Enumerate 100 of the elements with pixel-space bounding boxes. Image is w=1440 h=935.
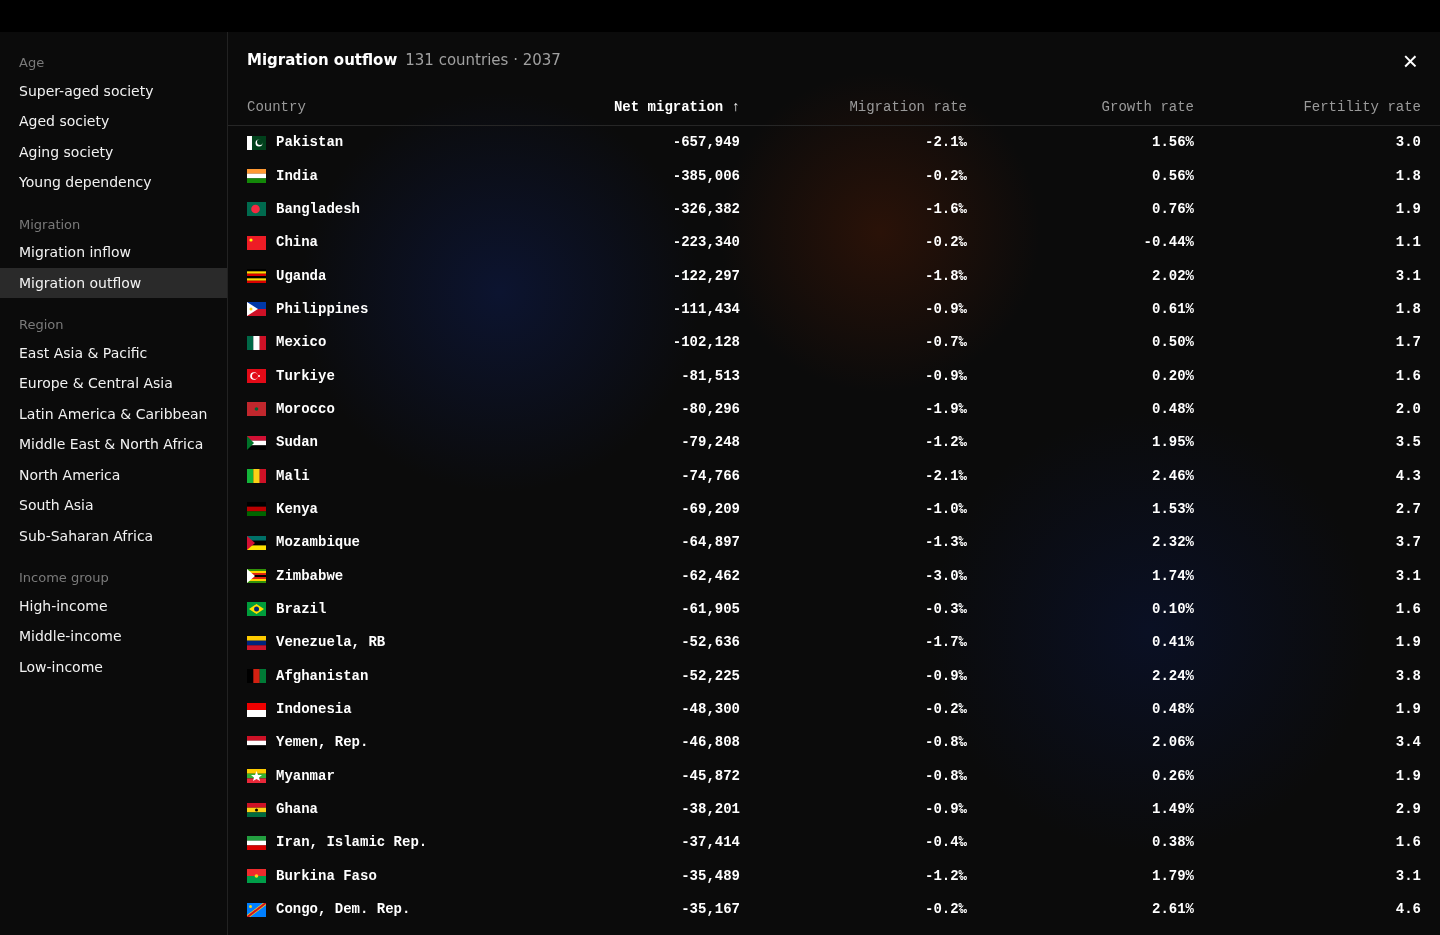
net-migration-value: -102,128 — [672, 334, 740, 351]
sidebar-item[interactable]: Aging society — [0, 136, 227, 167]
net-migration-value: -326,382 — [672, 200, 740, 217]
group-heading: Region — [18, 316, 65, 334]
migration-rate-value: -3.0‰ — [925, 567, 967, 584]
growth-rate-value: 0.48% — [1152, 701, 1194, 717]
growth-rate-value: 0.10% — [1152, 601, 1194, 617]
country-name: Morocco — [276, 399, 335, 419]
flag-icon — [247, 235, 266, 250]
country-name: Philippines — [276, 299, 369, 319]
country-name: Bangladesh — [276, 199, 360, 219]
migration-rate-value: -0.9‰ — [925, 667, 967, 684]
sidebar-item[interactable]: Migration outflow — [0, 267, 227, 298]
migration-rate-value: -0.2‰ — [925, 234, 967, 251]
growth-rate-value: 0.61% — [1152, 300, 1194, 317]
migration-rate-value: -1.9‰ — [925, 400, 967, 417]
sidebar-item[interactable]: North America — [0, 459, 227, 490]
migration-rate-value: -1.2‰ — [925, 867, 967, 884]
sidebar-item[interactable]: Middle East & North Africa — [0, 429, 227, 460]
migration-rate-value: -0.9‰ — [925, 300, 967, 317]
growth-rate-value: 1.74% — [1152, 567, 1194, 584]
group-heading: Age — [18, 54, 46, 72]
country-name: Ghana — [276, 800, 318, 820]
growth-rate-value: 1.53% — [1152, 500, 1194, 517]
migration-rate-value: -1.8‰ — [925, 267, 967, 284]
growth-rate-value: 1.79% — [1152, 867, 1194, 884]
column-header[interactable]: Net migration ↑ — [507, 96, 740, 118]
net-migration-value: -69,209 — [681, 500, 740, 517]
country-name: Sudan — [276, 433, 318, 453]
growth-rate-value: 1.56% — [1152, 134, 1194, 151]
flag-icon — [247, 802, 266, 817]
fertility-rate-value: 3.4 — [1395, 734, 1421, 751]
flag-icon — [247, 602, 266, 617]
fertility-rate-value: 1.9 — [1395, 200, 1421, 217]
fertility-rate-value: 1.8 — [1395, 300, 1421, 317]
column-header[interactable]: Growth rate — [967, 96, 1194, 118]
fertility-rate-value: 2.0 — [1395, 400, 1421, 417]
fertility-rate-value: 3.7 — [1395, 534, 1421, 551]
country-name: Brazil — [276, 600, 327, 619]
sidebar-item[interactable]: Super-aged society — [0, 75, 227, 106]
growth-rate-value: 0.76% — [1152, 200, 1194, 217]
sidebar-item[interactable]: Europe & Central Asia — [0, 368, 227, 399]
net-migration-value: -45,872 — [681, 767, 740, 784]
net-migration-value: -35,489 — [681, 867, 740, 884]
net-migration-value: -52,225 — [681, 667, 740, 684]
net-migration-value: -37,414 — [681, 834, 740, 851]
sidebar-item[interactable]: Sub-Saharan Africa — [0, 520, 227, 551]
flag-icon — [247, 435, 266, 450]
country-name: Afghanistan — [276, 666, 369, 686]
migration-rate-value: -1.0‰ — [925, 500, 967, 517]
flag-icon — [247, 135, 266, 150]
country-name: Iran, Islamic Rep. — [276, 833, 428, 853]
flag-icon — [247, 469, 266, 484]
close-button[interactable]: × — [1399, 48, 1421, 74]
growth-rate-value: 2.46% — [1152, 467, 1194, 484]
flag-icon — [247, 335, 266, 350]
migration-rate-value: -0.2‰ — [925, 167, 967, 184]
migration-rate-value: -1.6‰ — [925, 200, 967, 217]
column-header[interactable]: Migration rate — [740, 96, 967, 118]
flag-icon — [247, 169, 266, 183]
flag-icon — [247, 269, 266, 284]
net-migration-value: -61,905 — [681, 601, 740, 617]
column-header[interactable]: Fertility rate — [1194, 96, 1421, 118]
migration-rate-value: -0.9‰ — [925, 367, 967, 384]
country-name: Myanmar — [276, 766, 335, 786]
sidebar-item[interactable]: Young dependency — [0, 167, 227, 198]
sidebar-item[interactable]: Aged society — [0, 106, 227, 137]
net-migration-value: -62,462 — [681, 567, 740, 584]
migration-rate-value: -0.8‰ — [925, 734, 967, 751]
growth-rate-value: 2.61% — [1152, 901, 1194, 918]
sidebar-item[interactable]: East Asia & Pacific — [0, 337, 227, 368]
country-name: Mali — [276, 466, 310, 486]
net-migration-value: -35,167 — [681, 901, 740, 918]
fertility-rate-value: 1.8 — [1395, 167, 1421, 184]
sidebar-item[interactable]: High-income — [0, 590, 227, 621]
net-migration-value: -64,897 — [681, 534, 740, 551]
net-migration-value: -46,808 — [681, 734, 740, 751]
sidebar-item[interactable]: Middle-income — [0, 621, 227, 652]
fertility-rate-value: 1.6 — [1395, 834, 1421, 851]
sidebar-item[interactable]: Low-income — [0, 651, 227, 682]
migration-rate-value: -0.9‰ — [925, 801, 967, 818]
country-name: Kenya — [276, 499, 318, 519]
fertility-rate-value: 3.0 — [1395, 134, 1421, 151]
sidebar-item[interactable]: South Asia — [0, 490, 227, 521]
flag-icon — [247, 702, 266, 717]
sidebar-item[interactable]: Latin America & Caribbean — [0, 398, 227, 429]
fertility-rate-value: 3.1 — [1395, 267, 1421, 284]
flag-icon — [247, 369, 266, 384]
net-migration-value: -385,006 — [672, 167, 740, 184]
country-name: Uganda — [276, 266, 327, 286]
fertility-rate-value: 3.1 — [1395, 567, 1421, 584]
column-header[interactable]: Country — [247, 96, 507, 118]
country-name: Venezuela, RB — [276, 633, 386, 653]
country-name: China — [276, 233, 318, 253]
country-name: Congo, Dem. Rep. — [276, 900, 411, 920]
migration-rate-value: -0.7‰ — [925, 334, 967, 351]
sidebar-item[interactable]: Migration inflow — [0, 237, 227, 268]
flag-icon — [247, 502, 266, 517]
net-migration-value: -48,300 — [681, 701, 740, 717]
growth-rate-value: 0.20% — [1152, 367, 1194, 384]
